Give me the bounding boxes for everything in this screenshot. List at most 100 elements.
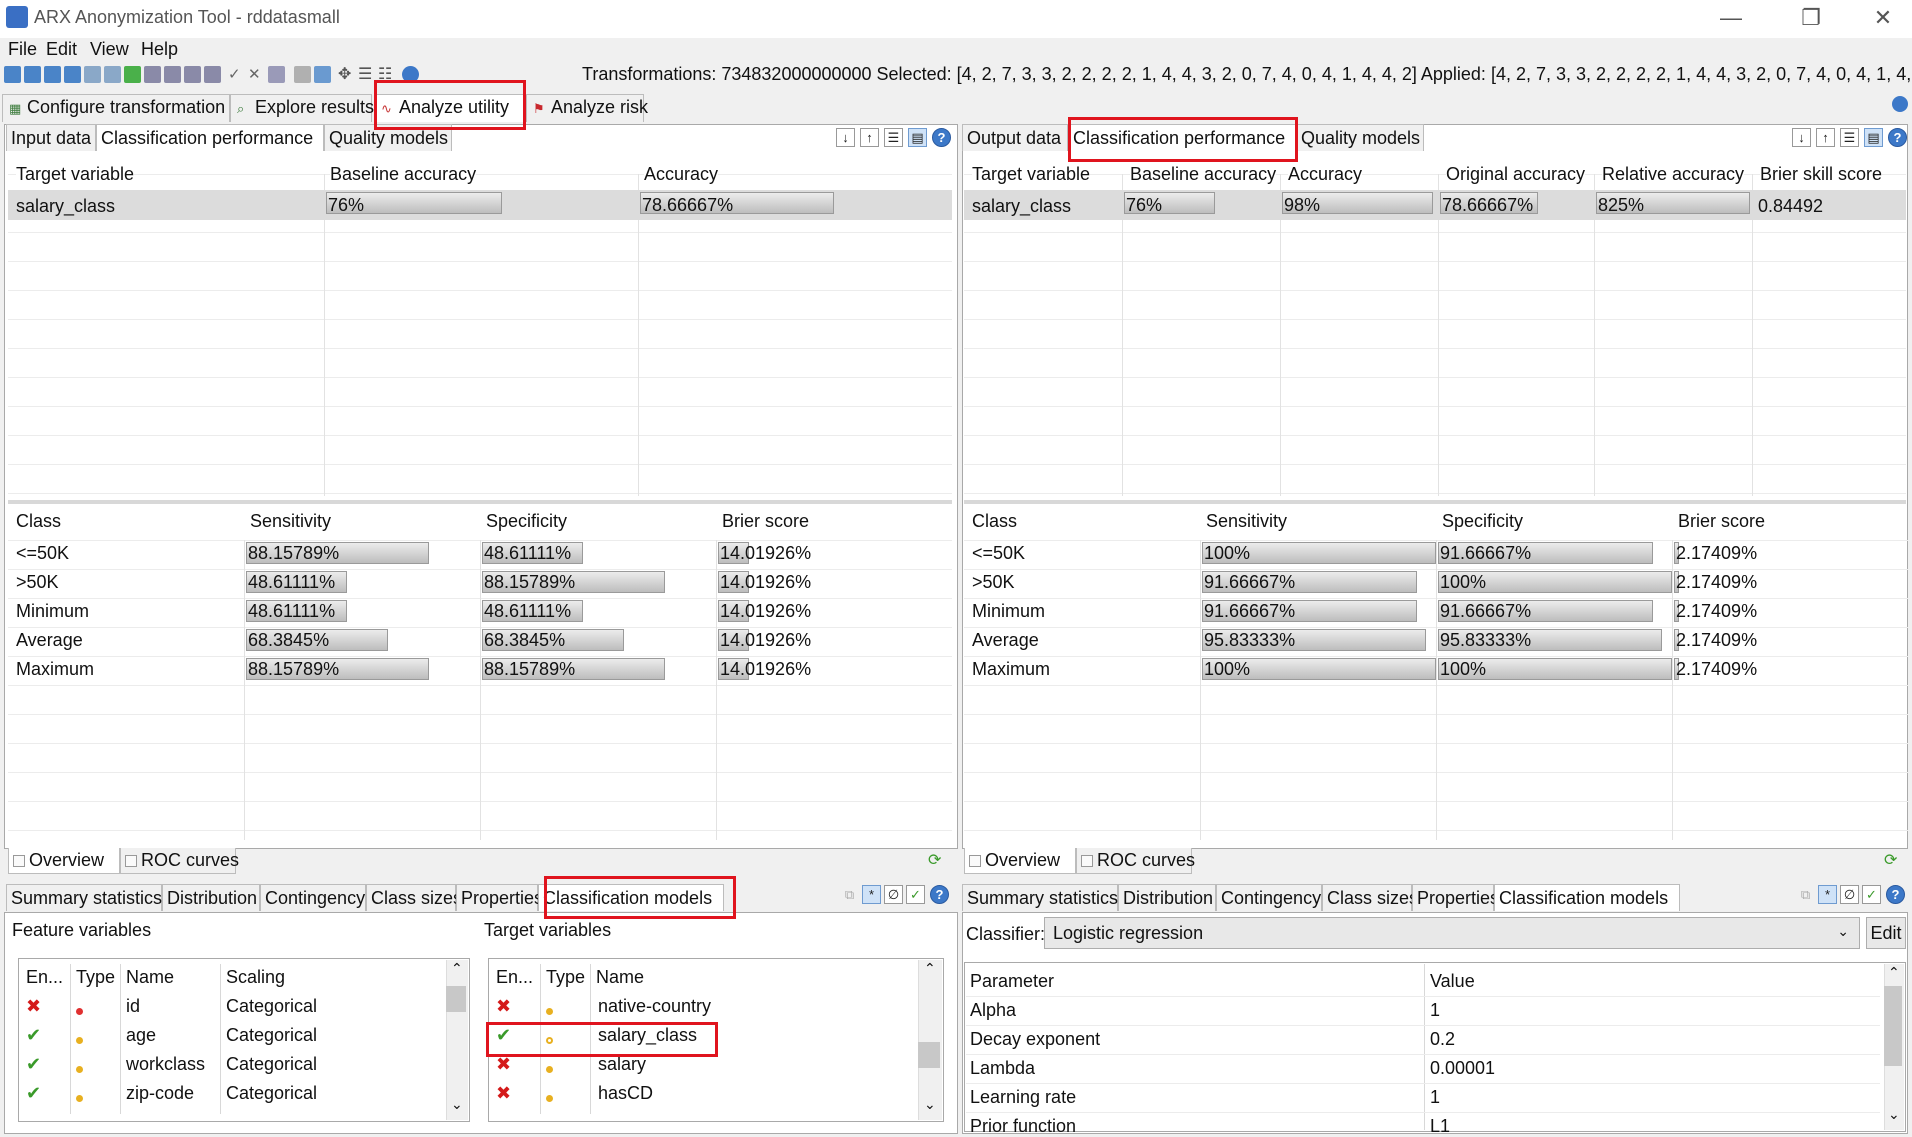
tab-analyze-risk[interactable]: ⚑ Analyze risk xyxy=(526,94,648,122)
left-lower-tab-5[interactable]: Classification models xyxy=(538,884,724,911)
anonymize-icon[interactable] xyxy=(204,66,221,83)
tab-configure-transformation[interactable]: ▦ Configure transformation xyxy=(2,94,230,122)
right-sort-down-icon[interactable]: ↓ xyxy=(1792,128,1811,147)
right-lower-select-all-icon[interactable]: * xyxy=(1818,885,1837,904)
save-project-icon[interactable] xyxy=(44,66,61,83)
menu-help[interactable]: Help xyxy=(141,39,178,60)
right-lower-tab-3[interactable]: Class sizes xyxy=(1322,884,1418,911)
right-lower-tab-5[interactable]: Classification models xyxy=(1494,884,1680,911)
right-refresh-icon[interactable]: ⟳ xyxy=(1884,850,1897,870)
menu-edit[interactable]: Edit xyxy=(46,39,77,60)
close-button[interactable]: ✕ xyxy=(1868,4,1898,32)
left-lower-tab-0[interactable]: Summary statistics xyxy=(6,884,162,911)
export-hierarchy-icon[interactable] xyxy=(164,66,181,83)
hierarchy-wizard-icon[interactable] xyxy=(144,66,161,83)
sash[interactable] xyxy=(964,500,1906,504)
menu-view[interactable]: View xyxy=(90,39,129,60)
right-lower-tab-1[interactable]: Distribution xyxy=(1118,884,1216,911)
enabled-icon[interactable]: ✔ xyxy=(26,1083,41,1104)
scroll-up-icon[interactable]: ⌃ xyxy=(451,960,463,977)
check-icon[interactable]: ✓ xyxy=(228,66,245,83)
new-project-icon[interactable] xyxy=(4,66,21,83)
help-icon[interactable] xyxy=(402,66,419,83)
disabled-icon[interactable]: ✖ xyxy=(26,996,41,1017)
export-data-icon[interactable] xyxy=(104,66,121,83)
right-lower-help-icon[interactable]: ? xyxy=(1886,885,1905,904)
tab-analyze-utility[interactable]: ∿ Analyze utility xyxy=(374,94,526,122)
maximize-button[interactable]: ❐ xyxy=(1796,4,1826,32)
scroll-thumb[interactable] xyxy=(1884,986,1902,1066)
left-table-view-icon[interactable]: ▤ xyxy=(908,128,927,147)
right-lower-select-none-icon[interactable]: ∅ xyxy=(1840,885,1859,904)
disabled-icon[interactable]: ✖ xyxy=(496,1083,511,1104)
left-help-icon[interactable]: ? xyxy=(932,128,951,147)
scroll-down-icon[interactable]: ⌄ xyxy=(1888,1106,1900,1123)
scroll-down-icon[interactable]: ⌄ xyxy=(924,1096,936,1113)
list-icon[interactable]: ☰ xyxy=(358,66,375,83)
scroll-thumb[interactable] xyxy=(918,1042,940,1068)
right-list-view-icon[interactable]: ☰ xyxy=(1840,128,1859,147)
left-lower-apply-icon[interactable]: ✓ xyxy=(906,885,925,904)
scroll-up-icon[interactable]: ⌃ xyxy=(1888,964,1900,981)
left-lower-tab-4[interactable]: Properties xyxy=(456,884,543,911)
right-table-view-icon[interactable]: ▤ xyxy=(1864,128,1883,147)
scroll-down-icon[interactable]: ⌄ xyxy=(451,1096,463,1113)
left-lower-tab-1[interactable]: Distribution xyxy=(162,884,260,911)
left-bottom-tab-0[interactable]: Overview xyxy=(8,848,120,874)
left-lower-select-all-icon[interactable]: * xyxy=(862,885,881,904)
cross-icon[interactable]: ✕ xyxy=(248,66,265,83)
left-lower-help-icon[interactable]: ? xyxy=(930,885,949,904)
right-bottom-tab-0[interactable]: Overview xyxy=(964,848,1076,874)
enabled-icon[interactable]: ✔ xyxy=(496,1025,511,1046)
right-lower-tab-4[interactable]: Properties xyxy=(1412,884,1499,911)
left-tab-1[interactable]: Classification performance xyxy=(96,124,324,151)
right-tab-0[interactable]: Output data xyxy=(962,124,1068,151)
left-lower-select-none-icon[interactable]: ∅ xyxy=(884,885,903,904)
layout-icon[interactable] xyxy=(314,66,331,83)
move-icon[interactable]: ✥ xyxy=(338,66,355,83)
right-class-header-0: Class xyxy=(972,511,1018,532)
enabled-icon[interactable]: ✔ xyxy=(26,1054,41,1075)
open-project-icon[interactable] xyxy=(24,66,41,83)
filter-icon[interactable] xyxy=(268,66,285,83)
menu-file[interactable]: File xyxy=(8,39,37,60)
right-lower-apply-icon[interactable]: ✓ xyxy=(1862,885,1881,904)
left-specificity-cell: 88.15789% xyxy=(484,572,576,592)
scroll-thumb[interactable] xyxy=(446,986,466,1012)
help-icon[interactable] xyxy=(1892,96,1908,112)
right-lower-tab-2[interactable]: Contingency xyxy=(1216,884,1322,911)
right-lower-tab-0[interactable]: Summary statistics xyxy=(962,884,1118,911)
minimize-button[interactable]: — xyxy=(1716,4,1746,32)
right-help-icon[interactable]: ? xyxy=(1888,128,1907,147)
save-as-icon[interactable] xyxy=(64,66,81,83)
left-sort-up-icon[interactable]: ↑ xyxy=(860,128,879,147)
left-sort-down-icon[interactable]: ↓ xyxy=(836,128,855,147)
sash[interactable] xyxy=(8,500,952,504)
right-bottom-tab-1[interactable]: ROC curves xyxy=(1076,848,1195,874)
left-tab-2[interactable]: Quality models xyxy=(324,124,452,151)
tab-explore-results[interactable]: ⌕ Explore results xyxy=(230,94,374,122)
left-tab-0[interactable]: Input data xyxy=(6,124,96,151)
left-bottom-tab-1[interactable]: ROC curves xyxy=(120,848,239,874)
right-tab-2[interactable]: Quality models xyxy=(1296,124,1424,151)
settings-icon[interactable] xyxy=(184,66,201,83)
classifier-select[interactable]: Logistic regression ⌄ xyxy=(1044,917,1860,949)
import-data-icon[interactable] xyxy=(84,66,101,83)
right-tab-1[interactable]: Classification performance xyxy=(1068,124,1296,151)
left-lower-tab-3[interactable]: Class sizes xyxy=(366,884,462,911)
report-icon[interactable] xyxy=(294,66,311,83)
left-lower-tab-2[interactable]: Contingency xyxy=(260,884,366,911)
disabled-icon[interactable]: ✖ xyxy=(496,996,511,1017)
disabled-icon[interactable]: ✖ xyxy=(496,1054,511,1075)
left-list-view-icon[interactable]: ☰ xyxy=(884,128,903,147)
grid-icon[interactable]: ☷ xyxy=(378,66,395,83)
edit-button[interactable]: Edit xyxy=(1866,917,1906,949)
right-sort-up-icon[interactable]: ↑ xyxy=(1816,128,1835,147)
roc-curves-icon xyxy=(1081,855,1093,867)
enabled-icon[interactable]: ✔ xyxy=(26,1025,41,1046)
scroll-up-icon[interactable]: ⌃ xyxy=(924,960,936,977)
left-refresh-icon[interactable]: ⟳ xyxy=(928,850,941,870)
left-lower-copy-icon[interactable]: ⧉ xyxy=(840,885,859,904)
import-hierarchy-icon[interactable] xyxy=(124,66,141,83)
right-lower-copy-icon[interactable]: ⧉ xyxy=(1796,885,1815,904)
